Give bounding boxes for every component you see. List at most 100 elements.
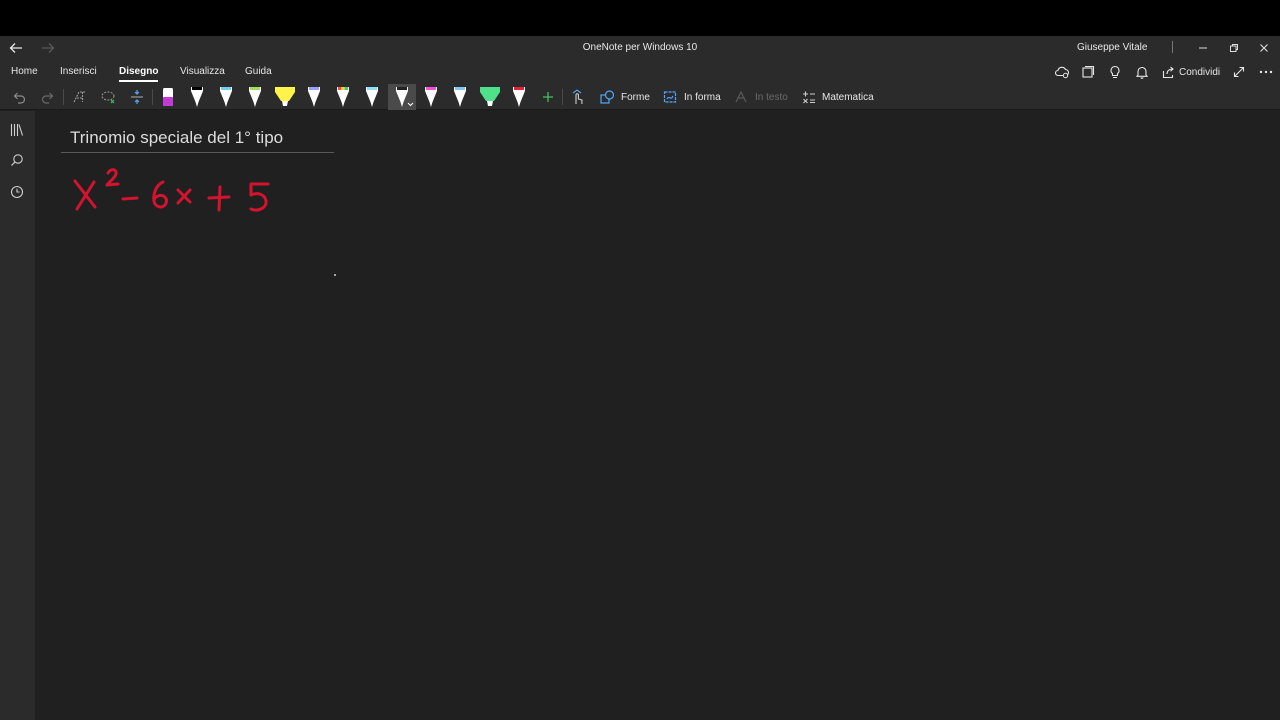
note-canvas[interactable]: Trinomio speciale del 1° tipo <box>35 111 1280 720</box>
cloud-sync-icon <box>1054 66 1069 79</box>
pen-skyblue[interactable] <box>449 84 471 110</box>
notebooks-nav-button[interactable] <box>8 121 26 139</box>
pen-galaxy[interactable] <box>303 84 325 110</box>
insert-space-button[interactable] <box>127 84 147 110</box>
screen-top-band <box>0 0 1280 36</box>
pen-icon <box>366 87 378 107</box>
cursor-dot <box>334 274 336 276</box>
more-options-button[interactable] <box>1259 63 1273 81</box>
type-select-icon <box>73 91 85 103</box>
pages-icon <box>1082 65 1095 78</box>
ink-to-text-label: In testo <box>755 91 788 103</box>
restore-button[interactable] <box>1222 38 1246 58</box>
highlighter-yellow[interactable] <box>273 84 297 110</box>
minimize-button[interactable] <box>1191 38 1215 58</box>
shapes-icon <box>600 90 615 104</box>
search-nav-button[interactable] <box>8 151 26 169</box>
chevron-down-icon <box>407 102 414 107</box>
fullscreen-button[interactable] <box>1233 63 1245 81</box>
redo-icon <box>41 92 54 104</box>
page-title[interactable]: Trinomio speciale del 1° tipo <box>70 128 283 148</box>
search-icon <box>11 154 23 166</box>
add-pen-button[interactable] <box>538 84 558 110</box>
pen-black[interactable] <box>186 84 208 110</box>
share-button[interactable]: Condividi <box>1162 63 1220 81</box>
tab-guida[interactable]: Guida <box>245 66 272 77</box>
tab-inserisci[interactable]: Inserisci <box>60 66 97 77</box>
undo-button[interactable] <box>10 84 28 110</box>
pen-magenta[interactable] <box>420 84 442 110</box>
highlighter-green[interactable] <box>477 84 503 110</box>
ink-plus <box>207 195 231 200</box>
close-icon <box>1260 44 1268 52</box>
share-label: Condividi <box>1179 66 1221 78</box>
lasso-select-button[interactable] <box>69 84 89 110</box>
ribbon-tabs: Home Inserisci Disegno Visualizza Guida … <box>0 60 1280 84</box>
onenote-window: OneNote per Windows 10 Giuseppe Vitale H… <box>0 36 1280 720</box>
toolbar-separator <box>562 89 563 105</box>
ink-exponent-2 <box>105 168 120 187</box>
drawing-toolbar: Forme In forma In testo Matematica <box>0 84 1280 110</box>
toolbar-separator <box>63 89 64 105</box>
recent-nav-button[interactable] <box>8 183 26 201</box>
handwritten-ink[interactable] <box>69 166 289 221</box>
pen-icon <box>308 87 320 107</box>
left-sidebar <box>0 111 35 720</box>
lasso-icon <box>101 91 115 104</box>
pen-icon <box>249 87 261 107</box>
page-title-underline <box>61 152 334 153</box>
pen-white-selected[interactable] <box>388 84 416 110</box>
ink-to-text-button[interactable]: In testo <box>734 84 788 110</box>
tab-visualizza[interactable]: Visualizza <box>180 66 225 77</box>
user-name[interactable]: Giuseppe Vitale <box>1077 42 1147 53</box>
ink-strokes <box>73 168 270 212</box>
close-button[interactable] <box>1252 38 1276 58</box>
lasso-button[interactable] <box>98 84 118 110</box>
notifications-button[interactable] <box>1135 63 1149 81</box>
ink-to-shape-button[interactable]: In forma <box>663 84 721 110</box>
pen-icon <box>337 87 349 107</box>
lightbulb-icon <box>1110 65 1120 79</box>
math-label: Matematica <box>822 91 874 103</box>
math-icon <box>803 91 815 104</box>
bell-icon <box>1135 66 1149 79</box>
math-button[interactable]: Matematica <box>802 84 874 110</box>
plus-icon <box>543 92 553 102</box>
tips-button[interactable] <box>1108 63 1122 81</box>
insert-space-icon <box>131 90 143 104</box>
shapes-button[interactable]: Forme <box>600 84 650 110</box>
ink-minus <box>121 196 139 201</box>
eraser-icon <box>163 88 173 106</box>
toolbar-separator <box>152 89 153 105</box>
titlebar-separator <box>1172 41 1173 53</box>
touch-draw-button[interactable] <box>568 84 588 110</box>
restore-icon <box>1230 44 1238 52</box>
pen-green[interactable] <box>244 84 266 110</box>
highlighter-icon <box>480 87 500 106</box>
ink-6 <box>152 180 168 209</box>
share-icon <box>1162 66 1174 78</box>
pen-rainbow[interactable] <box>332 84 354 110</box>
ink-to-text-icon <box>735 90 747 103</box>
sync-button[interactable] <box>1054 63 1070 81</box>
notebooks-button[interactable] <box>1081 63 1095 81</box>
tab-disegno[interactable]: Disegno <box>119 66 159 82</box>
pen-red[interactable] <box>508 84 530 110</box>
title-bar: OneNote per Windows 10 Giuseppe Vitale <box>0 36 1280 60</box>
pen-icon <box>220 87 232 107</box>
ellipsis-icon <box>1259 70 1273 74</box>
pen-lightblue[interactable] <box>361 84 383 110</box>
pen-icon <box>454 87 466 107</box>
ink-5 <box>249 182 270 212</box>
highlighter-icon <box>275 87 295 106</box>
pen-icon <box>191 87 203 107</box>
eraser-button[interactable] <box>158 84 178 110</box>
pen-cyan[interactable] <box>215 84 237 110</box>
redo-button[interactable] <box>39 84 57 110</box>
ink-to-shape-icon <box>663 91 677 103</box>
pen-icon <box>513 87 525 107</box>
undo-icon <box>13 92 26 104</box>
expand-icon <box>1233 66 1245 78</box>
shapes-label: Forme <box>621 91 650 103</box>
tab-home[interactable]: Home <box>11 66 38 77</box>
